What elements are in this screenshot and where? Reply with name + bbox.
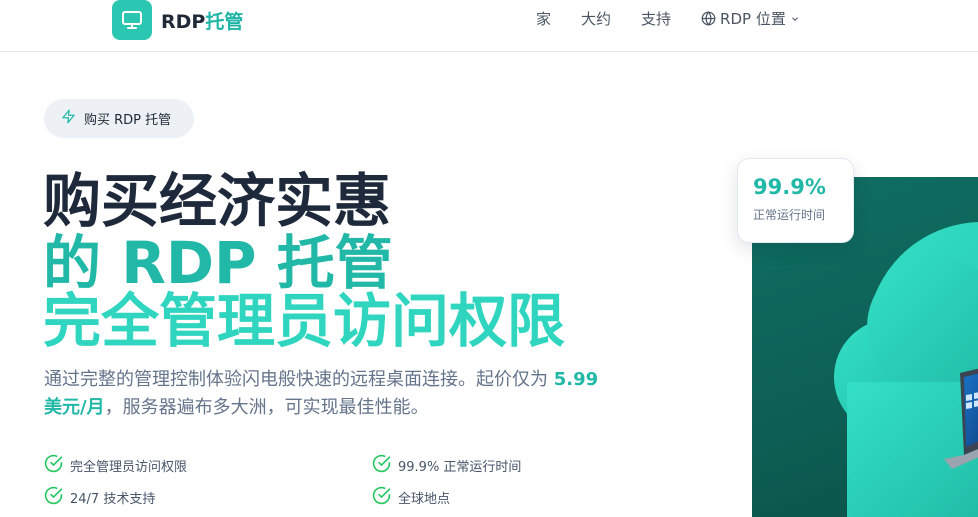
feature-item: 24/7 技术支持 — [44, 486, 155, 509]
uptime-label: 正常运行时间 — [753, 208, 826, 222]
location-label: RDP 位置 — [720, 10, 786, 28]
location-dropdown[interactable]: RDP 位置 — [701, 8, 800, 29]
feature-label: 全球地点 — [398, 492, 451, 507]
feature-item: 全球地点 — [372, 486, 450, 509]
globe-icon — [701, 11, 716, 26]
nav-about-link[interactable]: 大约 — [581, 8, 611, 29]
description-text-2: ，服务器遍布多大洲，可实现最佳性能。 — [104, 397, 429, 418]
hero-title-line-3: 完全管理员访问权限 — [43, 287, 566, 355]
check-circle-icon — [372, 454, 398, 477]
check-circle-icon — [44, 486, 70, 509]
chevron-down-icon — [790, 14, 800, 24]
badge-label: 购买 RDP 托管 — [84, 113, 172, 128]
nav-support-link[interactable]: 支持 — [641, 8, 671, 29]
hero-description: 通过完整的管理控制体验闪电般快速的远程桌面连接。起价仅为 5.99 美元/月，服… — [44, 366, 604, 422]
brand-name-suffix: 托管 — [205, 10, 244, 33]
uptime-value: 99.9% — [753, 175, 826, 199]
feature-label: 24/7 技术支持 — [70, 492, 156, 507]
nav-home-link[interactable]: 家 — [536, 8, 551, 29]
hero-title-line-1: 购买经济实惠 — [43, 167, 392, 235]
cloud-icon — [834, 222, 978, 517]
check-circle-icon — [372, 486, 398, 509]
brand-name-prefix: RDP — [161, 10, 206, 33]
uptime-stat-card: 99.9% 正常运行时间 — [737, 158, 854, 243]
check-circle-icon — [44, 454, 70, 477]
buy-rdp-badge[interactable]: 购买 RDP 托管 — [44, 99, 194, 138]
monitor-icon — [112, 0, 152, 40]
hero-title-line-2: 的 RDP 托管 — [43, 229, 393, 297]
feature-label: 99.9% 正常运行时间 — [398, 460, 522, 475]
feature-item: 99.9% 正常运行时间 — [372, 454, 521, 477]
main-nav: 家 大约 支持 RDP 位置 — [536, 8, 800, 29]
description-text-1: 通过完整的管理控制体验闪电般快速的远程桌面连接。起价仅为 — [44, 369, 554, 390]
lightning-icon — [61, 109, 84, 128]
brand-logo[interactable]: RDP托管 — [112, 0, 243, 40]
feature-item: 完全管理员访问权限 — [44, 454, 187, 477]
top-navbar: RDP托管 家 大约 支持 RDP 位置 — [0, 0, 978, 52]
brand-name: RDP托管 — [161, 7, 243, 34]
feature-label: 完全管理员访问权限 — [70, 460, 188, 475]
